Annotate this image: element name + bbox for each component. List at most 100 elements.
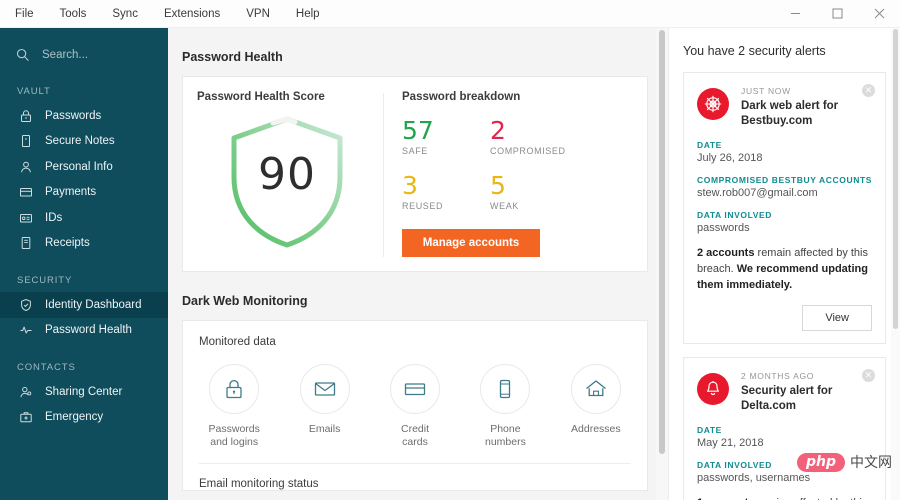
search-input[interactable]: Search... [0, 34, 168, 76]
watermark-logo: php [797, 452, 846, 472]
sidebar-item-receipts[interactable]: Receipts [0, 231, 168, 257]
monitored-item-phone-numbers[interactable]: Phone numbers [460, 364, 550, 449]
alerts-title: You have 2 security alerts [683, 44, 826, 58]
sidebar-group-vault: VAULT [17, 86, 51, 97]
monitored-item-label: Emails [308, 423, 341, 435]
stat-value: 5 [490, 171, 506, 200]
home-icon [570, 364, 621, 414]
dark-web-icon [697, 88, 729, 120]
alert-date-label: DATE [697, 140, 722, 150]
sidebar-item-payments[interactable]: Payments [0, 180, 168, 206]
sidebar-item-label: Personal Info [45, 160, 113, 173]
password-health-card: Password Health Score 90 Password breakd… [182, 76, 648, 272]
alert-data-value: passwords, usernames [697, 472, 811, 484]
alert-timestamp: JUST NOW [741, 86, 791, 96]
maximize-icon[interactable] [816, 0, 858, 28]
dark-web-monitoring-card: Monitored data Passwords and logins Emai… [182, 320, 648, 491]
monitored-item-addresses[interactable]: Addresses [551, 364, 641, 449]
sidebar-item-label: Passwords [45, 109, 102, 122]
monitored-item-label: Credit cards [401, 423, 430, 448]
minimize-icon[interactable] [774, 0, 816, 28]
note-icon [17, 133, 34, 150]
sidebar-item-personal-info[interactable]: Personal Info [0, 154, 168, 180]
sidebar-item-label: Payments [45, 186, 97, 199]
monitored-item-passwords[interactable]: Passwords and logins [189, 364, 279, 449]
share-person-icon [17, 383, 34, 400]
alert-card-bestbuy: ✕ JUST NOW Dark web alert for Bestbuy.co… [683, 72, 886, 344]
alerts-scrollbar[interactable] [891, 28, 900, 500]
menu-bar: File Tools Sync Extensions VPN Help [0, 2, 333, 26]
briefcase-medical-icon [17, 409, 34, 426]
alert-data-label: DATA INVOLVED [697, 210, 773, 220]
main-scrollbar[interactable] [656, 28, 668, 500]
receipt-icon [17, 235, 34, 252]
sidebar-item-sharing-center[interactable]: Sharing Center [0, 379, 168, 405]
health-score-gauge: 90 [197, 105, 377, 257]
menu-item-sync[interactable]: Sync [99, 2, 151, 26]
monitored-item-credit-cards[interactable]: Credit cards [370, 364, 460, 449]
menu-item-extensions[interactable]: Extensions [151, 2, 233, 26]
person-icon [17, 158, 34, 175]
menu-item-file[interactable]: File [2, 2, 47, 26]
id-card-icon [17, 209, 34, 226]
alert-date-value: July 26, 2018 [697, 152, 763, 164]
sidebar-item-passwords[interactable]: Passwords [0, 103, 168, 129]
stat-value: 57 [402, 116, 434, 145]
alert-accounts-label: COMPROMISED BESTBUY ACCOUNTS [697, 175, 873, 185]
menu-item-tools[interactable]: Tools [47, 2, 100, 26]
alert-title: Dark web alert for Bestbuy.com [741, 100, 839, 127]
alert-header: JUST NOW Dark web alert for Bestbuy.com [697, 86, 872, 129]
sidebar-item-password-health[interactable]: Password Health [0, 318, 168, 344]
alerts-scrollbar-thumb[interactable] [893, 29, 898, 329]
alert-header: 2 MONTHS AGO Security alert for Delta.co… [697, 371, 872, 414]
sidebar-item-emergency[interactable]: Emergency [0, 405, 168, 431]
sidebar-item-label: Secure Notes [45, 135, 115, 148]
alert-heading: 2 MONTHS AGO Security alert for Delta.co… [741, 371, 872, 414]
password-breakdown-panel: Password breakdown 57 SAFE 2 COMPROMISED [384, 77, 647, 271]
envelope-icon [299, 364, 350, 414]
window-controls [774, 0, 900, 28]
lock-icon [209, 364, 260, 414]
monitored-data-list: Passwords and logins Emails Credit cards… [183, 348, 647, 463]
title-bar: File Tools Sync Extensions VPN Help [0, 0, 900, 28]
sidebar-item-secure-notes[interactable]: Secure Notes [0, 129, 168, 155]
sidebar-item-label: Sharing Center [45, 385, 123, 398]
menu-item-help[interactable]: Help [283, 2, 333, 26]
sidebar-group-contacts: CONTACTS [17, 362, 76, 373]
watermark: php 中文网 [797, 452, 892, 472]
alert-timestamp: 2 MONTHS AGO [741, 371, 815, 381]
pulse-icon [17, 322, 34, 339]
sidebar-item-label: Emergency [45, 411, 104, 424]
security-alerts-panel: You have 2 security alerts ✕ JUST NOW Da… [668, 28, 900, 500]
shield-icon [17, 296, 34, 313]
alert-date-value: May 21, 2018 [697, 437, 764, 449]
stat-label: COMPROMISED [490, 146, 566, 156]
close-icon[interactable]: ✕ [862, 369, 875, 382]
sidebar-item-label: Identity Dashboard [45, 298, 142, 311]
close-icon[interactable] [858, 0, 900, 28]
view-button[interactable]: View [802, 305, 872, 331]
stat-value: 2 [490, 116, 506, 145]
close-icon[interactable]: ✕ [862, 84, 875, 97]
health-score-title: Password Health Score [197, 91, 325, 103]
search-icon [16, 48, 34, 62]
phone-icon [480, 364, 531, 414]
health-score-panel: Password Health Score 90 [183, 77, 383, 271]
stat-reused: 3 REUSED [402, 172, 490, 212]
dark-web-section-title: Dark Web Monitoring [182, 294, 308, 308]
health-score-value: 90 [258, 149, 316, 200]
stat-label: SAFE [402, 146, 428, 156]
monitored-item-emails[interactable]: Emails [279, 364, 369, 449]
stat-label: REUSED [402, 201, 444, 211]
application-window: File Tools Sync Extensions VPN Help Sear… [0, 0, 900, 500]
breakdown-stats: 57 SAFE 2 COMPROMISED 3 REUSED 5 WEAK [402, 117, 631, 227]
sidebar-item-identity-dashboard[interactable]: Identity Dashboard [0, 292, 168, 318]
lock-icon [17, 107, 34, 124]
alert-title: Security alert for Delta.com [741, 385, 833, 412]
manage-accounts-button[interactable]: Manage accounts [402, 229, 540, 257]
sidebar-item-ids[interactable]: IDs [0, 205, 168, 231]
main-scrollbar-thumb[interactable] [659, 30, 665, 454]
menu-item-vpn[interactable]: VPN [233, 2, 283, 26]
sidebar-item-label: Password Health [45, 324, 132, 337]
